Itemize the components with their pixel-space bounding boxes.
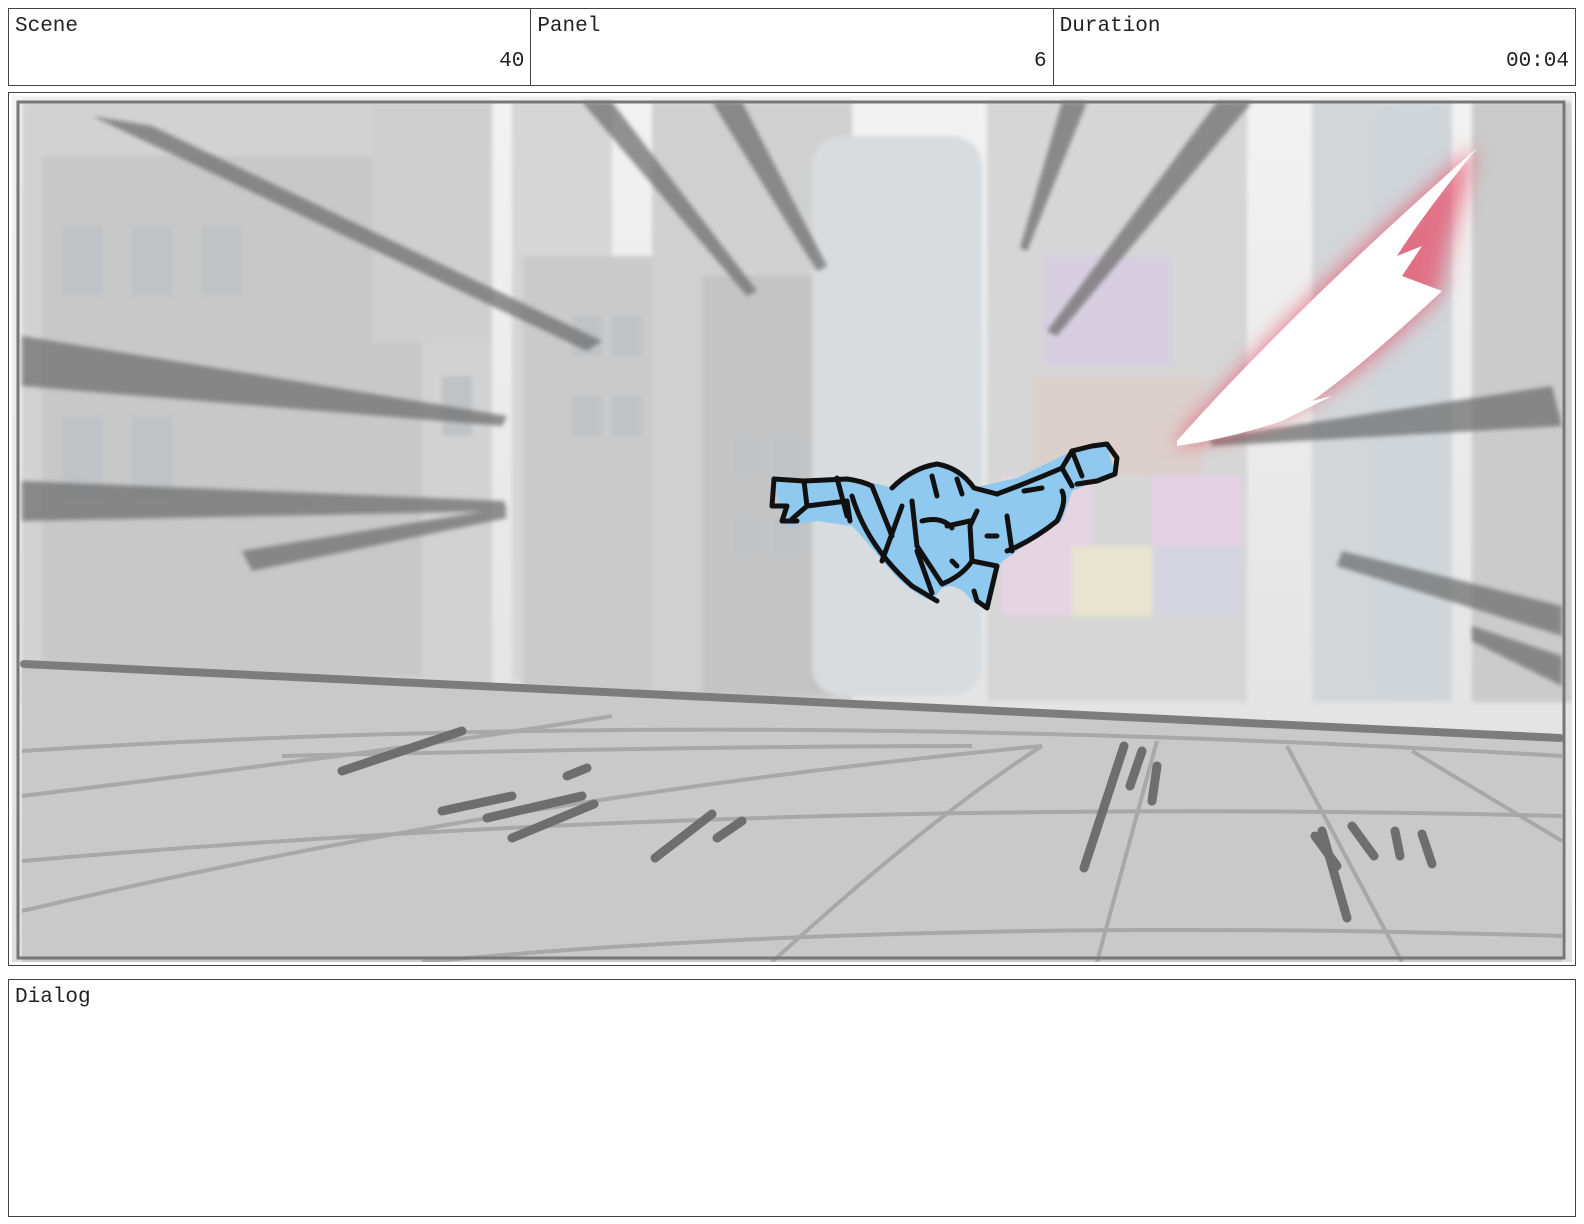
panel-info-header: Scene 40 Panel 6 Duration 00:04 [8, 8, 1576, 86]
scene-number[interactable]: 40 [499, 50, 524, 73]
storyboard-panel [8, 92, 1576, 966]
panel-number[interactable]: 6 [1034, 50, 1047, 73]
duration-cell: Duration 00:04 [1054, 9, 1575, 85]
scene-label: Scene [15, 15, 79, 38]
dialog-box[interactable]: Dialog [8, 979, 1576, 1217]
storyboard-drawing [12, 96, 1572, 962]
panel-cell: Panel 6 [531, 9, 1054, 85]
duration-label: Duration [1059, 15, 1161, 38]
dialog-label: Dialog [15, 986, 91, 1009]
duration-value[interactable]: 00:04 [1506, 50, 1569, 73]
scene-cell: Scene 40 [9, 9, 532, 85]
panel-label: Panel [537, 15, 601, 38]
